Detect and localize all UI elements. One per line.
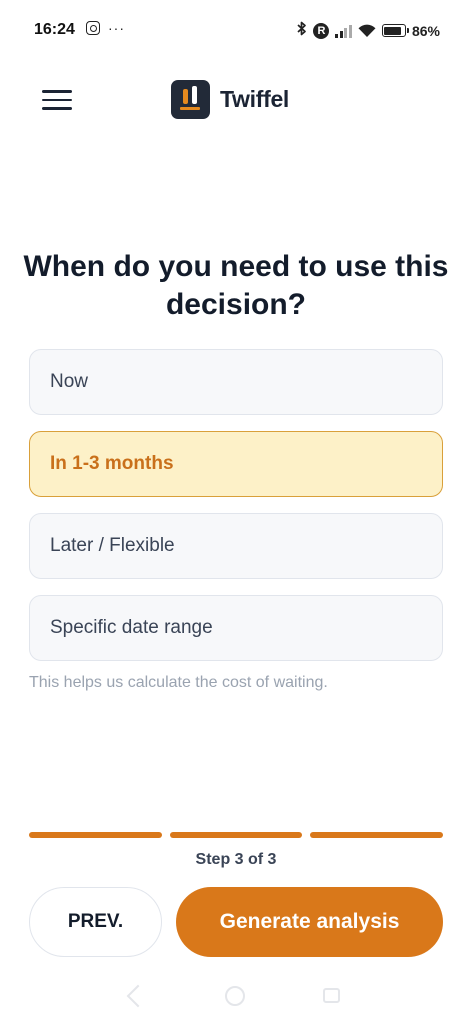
answer-options: Now In 1-3 months Later / Flexible Speci… [29, 349, 443, 677]
status-time: 16:24 [34, 21, 75, 38]
home-icon[interactable] [225, 986, 245, 1006]
menu-button[interactable] [40, 87, 74, 113]
more-notifications-icon: ··· [108, 20, 125, 36]
status-right-icons: R 86% [297, 21, 440, 40]
status-left-icons: ··· [86, 21, 125, 35]
option-label: Later / Flexible [50, 535, 175, 556]
carrier-r-icon: R [313, 22, 330, 39]
battery-icon [381, 24, 409, 37]
menu-icon-line [42, 90, 72, 93]
progress-bar [29, 832, 444, 838]
brand-name: Twiffel [220, 86, 290, 112]
instagram-notification-icon [86, 21, 100, 35]
signal-icon [335, 24, 352, 38]
option-specific-date-range[interactable]: Specific date range [29, 595, 443, 661]
wifi-icon [358, 24, 376, 38]
progress-segment-2 [169, 832, 303, 838]
option-label: Now [50, 371, 89, 392]
option-now[interactable]: Now [29, 349, 443, 415]
step-indicator: Step 3 of 3 [195, 851, 277, 868]
brand-logo[interactable]: Twiffel [171, 80, 289, 119]
question-title: When do you need to use this decision? [23, 250, 449, 321]
status-bar: 16:24 ··· R 86% [0, 0, 472, 62]
logo-icon [171, 80, 210, 119]
option-label: In 1-3 months [50, 453, 174, 474]
menu-icon-line [42, 98, 72, 102]
battery-percent: 86% [411, 22, 440, 39]
recent-apps-icon[interactable] [323, 988, 340, 1003]
progress-segment-3 [310, 832, 444, 838]
system-nav-bar [0, 984, 472, 1008]
menu-icon-line [42, 107, 72, 110]
option-later-flexible[interactable]: Later / Flexible [29, 513, 443, 579]
progress-segment-1 [29, 832, 162, 838]
back-icon[interactable] [126, 984, 150, 1008]
bluetooth-icon [297, 21, 307, 40]
battery-fill [384, 26, 401, 35]
helper-text: This helps us calculate the cost of wait… [29, 674, 328, 691]
option-label: Specific date range [50, 617, 213, 638]
app-header: Twiffel [0, 78, 472, 122]
prev-button[interactable]: PREV. [29, 887, 162, 957]
option-1-3-months[interactable]: In 1-3 months [29, 431, 443, 497]
generate-analysis-button[interactable]: Generate analysis [176, 887, 443, 957]
